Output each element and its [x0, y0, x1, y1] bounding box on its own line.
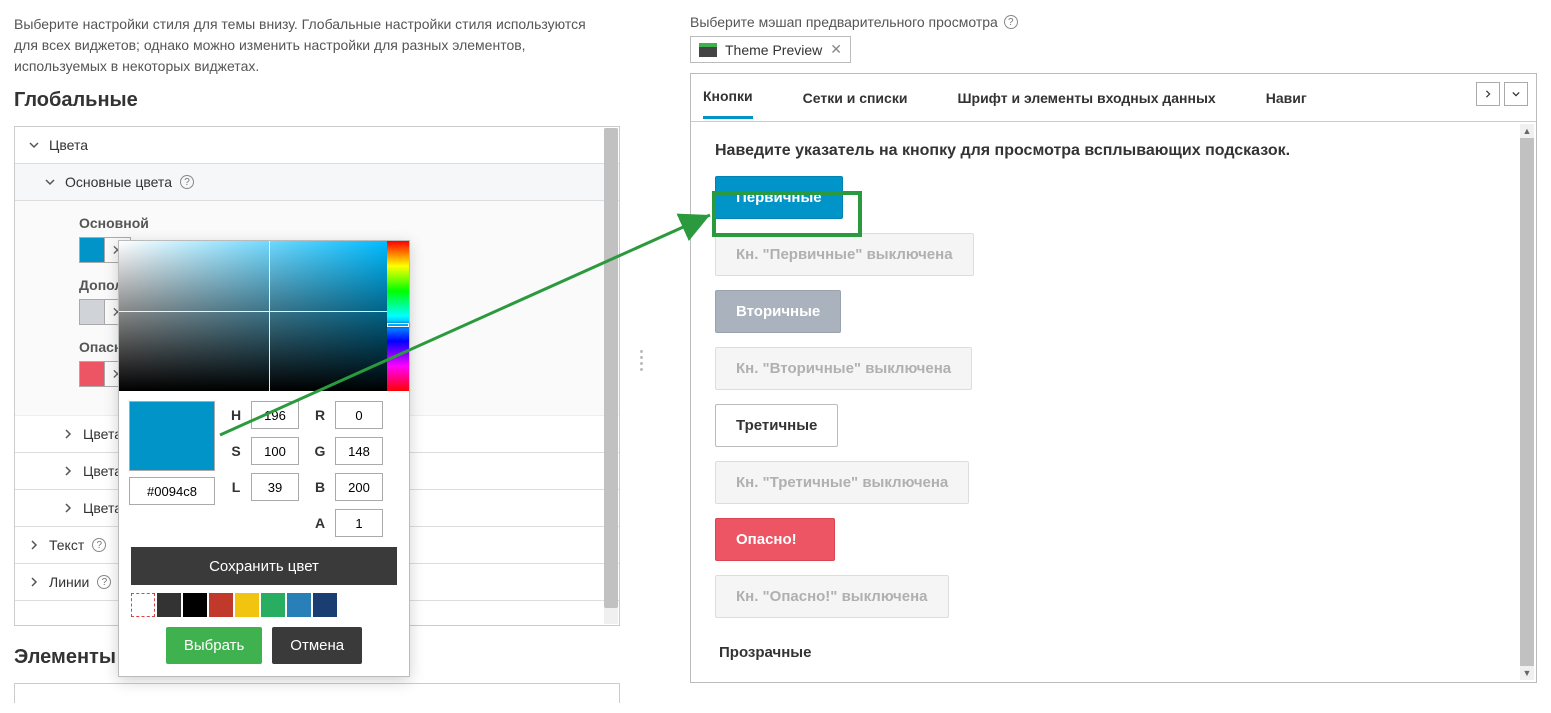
danger-swatch[interactable] — [79, 361, 105, 387]
heading-global: Глобальные — [14, 89, 620, 112]
chevron-right-icon — [63, 503, 75, 513]
g-input[interactable] — [335, 437, 383, 465]
scroll-up-icon[interactable]: ▲ — [1520, 124, 1534, 138]
acc-text-label: Текст — [49, 537, 84, 553]
mashup-chip[interactable]: Theme Preview ✕ — [690, 36, 851, 63]
cancel-button[interactable]: Отмена — [272, 627, 362, 664]
g-label: G — [313, 443, 327, 459]
select-button[interactable]: Выбрать — [166, 627, 262, 664]
tab-nav[interactable]: Навиг — [1266, 78, 1307, 118]
acc-base-colors-label: Основные цвета — [65, 174, 172, 190]
h-input[interactable] — [251, 401, 299, 429]
swatch-item[interactable] — [209, 593, 233, 617]
empty-swatch[interactable] — [131, 593, 155, 617]
scroll-down-icon[interactable]: ▼ — [1520, 666, 1534, 680]
help-icon[interactable]: ? — [92, 538, 106, 552]
s-input[interactable] — [251, 437, 299, 465]
acc-colors-label: Цвета — [49, 137, 88, 153]
sv-area[interactable] — [119, 241, 387, 391]
danger-button[interactable]: Опасно! — [715, 518, 835, 561]
b-label: B — [313, 479, 327, 495]
chevron-right-icon — [29, 540, 41, 550]
swatch-item[interactable] — [183, 593, 207, 617]
tab-dropdown-button[interactable] — [1504, 82, 1528, 106]
mashup-chip-label: Theme Preview — [725, 42, 822, 58]
l-label: L — [229, 479, 243, 495]
s-label: S — [229, 443, 243, 459]
swatch-item[interactable] — [157, 593, 181, 617]
chevron-down-icon — [45, 177, 57, 187]
intro-text: Выберите настройки стиля для темы внизу.… — [14, 14, 620, 77]
config-scrollbar[interactable] — [604, 128, 618, 624]
preview-content: ▲ ▼ Наведите указатель на кнопку для про… — [691, 122, 1536, 682]
acc-colors[interactable]: Цвета — [15, 127, 619, 164]
h-label: H — [229, 407, 243, 423]
tab-strip: Кнопки Сетки и списки Шрифт и элементы в… — [691, 74, 1536, 122]
primary-button[interactable]: Первичные — [715, 176, 843, 219]
transparent-button[interactable]: Прозрачные — [715, 632, 835, 673]
tab-buttons[interactable]: Кнопки — [703, 76, 753, 119]
tertiary-disabled-button: Кн. "Третичные" выключена — [715, 461, 969, 504]
r-label: R — [313, 407, 327, 423]
primary-disabled-button: Кн. "Первичные" выключена — [715, 233, 974, 276]
danger-disabled-button: Кн. "Опасно!" выключена — [715, 575, 949, 618]
swatch-item[interactable] — [313, 593, 337, 617]
tab-grids[interactable]: Сетки и списки — [803, 78, 908, 118]
hint-text: Наведите указатель на кнопку для просмот… — [715, 142, 1512, 160]
a-input[interactable] — [335, 509, 383, 537]
hue-slider[interactable] — [387, 241, 409, 391]
l-input[interactable] — [251, 473, 299, 501]
a-label: A — [313, 515, 327, 531]
preview-box: Кнопки Сетки и списки Шрифт и элементы в… — [690, 73, 1537, 683]
picker-preview-swatch — [129, 401, 215, 471]
chevron-right-icon — [63, 466, 75, 476]
color-picker-popup: H S L R G B A Сохранить цвет Выбрать Отм… — [118, 240, 410, 677]
hex-input[interactable] — [129, 477, 215, 505]
saved-swatches[interactable] — [131, 593, 397, 617]
secondary-disabled-button: Кн. "Вторичные" выключена — [715, 347, 972, 390]
secondary-button[interactable]: Вторичные — [715, 290, 841, 333]
b-input[interactable] — [335, 473, 383, 501]
secondary-swatch[interactable] — [79, 299, 105, 325]
close-icon[interactable]: ✕ — [830, 41, 842, 58]
primary-label: Основной — [79, 215, 605, 231]
swatch-item[interactable] — [287, 593, 311, 617]
elements-config-box — [14, 683, 620, 703]
help-icon[interactable]: ? — [180, 175, 194, 189]
tab-scroll-right-button[interactable] — [1476, 82, 1500, 106]
r-input[interactable] — [335, 401, 383, 429]
primary-swatch[interactable] — [79, 237, 105, 263]
acc-base-colors[interactable]: Основные цвета ? — [15, 164, 619, 201]
mashup-label-text: Выберите мэшап предварительного просмотр… — [690, 14, 998, 30]
preview-scrollbar[interactable]: ▲ ▼ — [1520, 124, 1534, 680]
acc-lines-label: Линии — [49, 574, 89, 590]
swatch-item[interactable] — [261, 593, 285, 617]
mashup-label: Выберите мэшап предварительного просмотр… — [690, 14, 1537, 30]
help-icon[interactable]: ? — [1004, 15, 1018, 29]
chevron-right-icon — [63, 429, 75, 439]
tertiary-button[interactable]: Третичные — [715, 404, 838, 447]
help-icon[interactable]: ? — [97, 575, 111, 589]
save-color-button[interactable]: Сохранить цвет — [131, 547, 397, 585]
swatch-item[interactable] — [235, 593, 259, 617]
chevron-right-icon — [29, 577, 41, 587]
theme-icon — [699, 43, 717, 57]
tab-fonts[interactable]: Шрифт и элементы входных данных — [957, 78, 1215, 118]
chevron-down-icon — [29, 140, 41, 150]
